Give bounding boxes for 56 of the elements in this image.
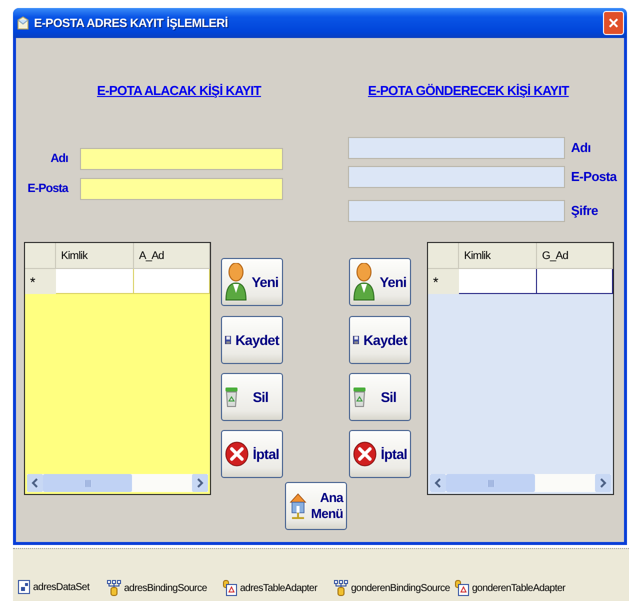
scroll-right-icon[interactable] (595, 474, 611, 492)
delete-button[interactable]: Sil (349, 373, 411, 421)
save-button[interactable]: Kaydet (349, 316, 411, 364)
new-button[interactable]: Yeni (349, 258, 411, 306)
data-grid[interactable]: Kimlik G_Ad * (427, 242, 614, 495)
scroll-right-icon[interactable] (192, 474, 208, 492)
new-button[interactable]: Yeni (221, 258, 283, 306)
scrollbar-thumb[interactable] (43, 474, 132, 492)
scroll-left-icon[interactable] (430, 474, 446, 492)
field-label: E-Posta (26, 181, 68, 195)
table-cell[interactable] (537, 269, 613, 294)
field-label: E-Posta (571, 169, 617, 184)
section-heading: E-POTA GÖNDERECEK KİŞİ KAYIT (368, 83, 569, 98)
binding-source-icon (107, 580, 121, 596)
dataset-icon (18, 580, 30, 594)
cancel-button[interactable]: İptal (349, 430, 411, 478)
data-grid[interactable]: Kimlik A_Ad * (24, 242, 211, 495)
column-header[interactable]: Kimlik (459, 243, 537, 268)
person-icon (225, 263, 247, 301)
text-field[interactable] (348, 137, 565, 159)
new-row-marker: * (433, 274, 438, 290)
component-label[interactable]: adresDataSet (33, 582, 90, 592)
table-adapter-icon (455, 580, 469, 596)
recycle-bin-icon (225, 387, 238, 407)
field-label: Şifre (571, 203, 598, 218)
component-label[interactable]: adresTableAdapter (240, 582, 318, 594)
component-label[interactable]: adresBindingSource (124, 582, 207, 594)
save-button[interactable]: Kaydet (221, 316, 283, 364)
envelope-icon (17, 16, 29, 30)
error-x-icon (353, 439, 377, 469)
text-field[interactable] (80, 178, 283, 200)
scrollbar-thumb[interactable] (446, 474, 536, 492)
column-header[interactable]: Kimlik (56, 243, 134, 268)
table-adapter-icon (223, 580, 237, 596)
main-menu-button[interactable]: Ana Menü (285, 482, 347, 530)
field-label: Adı (49, 151, 68, 165)
field-label: Adı (571, 140, 591, 155)
text-field[interactable] (348, 166, 565, 188)
column-header[interactable]: A_Ad (134, 243, 210, 268)
component-label[interactable]: gonderenBindingSource (351, 582, 450, 594)
text-field[interactable] (80, 148, 283, 170)
component-label[interactable]: gonderenTableAdapter (472, 582, 566, 594)
column-header[interactable]: G_Ad (537, 243, 613, 268)
delete-button[interactable]: Sil (221, 373, 283, 421)
scroll-left-icon[interactable] (27, 474, 43, 492)
close-button[interactable]: × (603, 11, 624, 35)
section-heading: E-POTA ALACAK KİŞİ KAYIT (97, 83, 261, 98)
table-cell[interactable] (459, 269, 537, 294)
binding-source-icon (334, 580, 348, 596)
error-x-icon (225, 439, 249, 469)
new-row-marker: * (30, 274, 36, 290)
recycle-bin-icon (353, 387, 366, 407)
person-icon (353, 263, 375, 301)
cancel-button[interactable]: İptal (221, 430, 283, 478)
text-field[interactable] (348, 200, 565, 222)
window-title: E-POSTA ADRES KAYIT İŞLEMLERİ (34, 16, 229, 30)
